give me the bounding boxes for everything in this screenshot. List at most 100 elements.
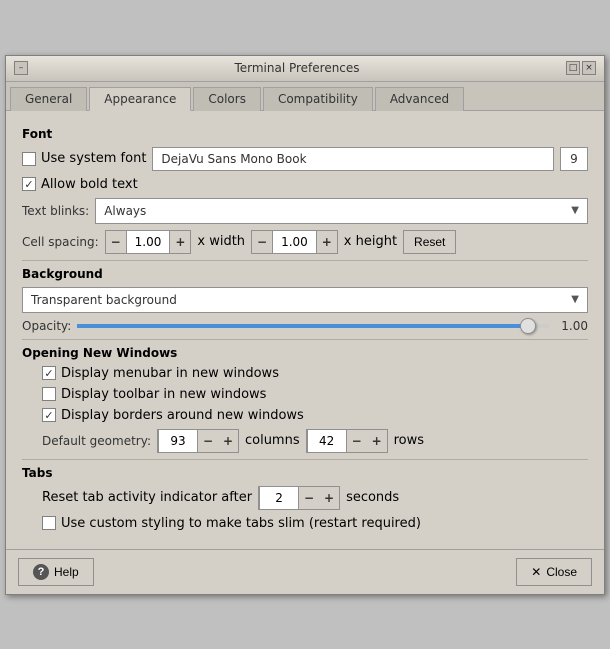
display-borders-row: Display borders around new windows bbox=[42, 408, 588, 423]
cell-width-decrease-button[interactable]: − bbox=[106, 231, 126, 253]
separator-3 bbox=[22, 459, 588, 460]
reset-tab-label: Reset tab activity indicator after bbox=[42, 490, 252, 505]
display-menubar-checkbox[interactable] bbox=[42, 366, 56, 380]
reset-button[interactable]: Reset bbox=[403, 230, 456, 254]
display-toolbar-checkbox[interactable] bbox=[42, 387, 56, 401]
text-blinks-value: Always bbox=[104, 204, 146, 218]
rows-increase-button[interactable]: + bbox=[367, 430, 387, 452]
allow-bold-checkbox[interactable] bbox=[22, 177, 36, 191]
cell-spacing-height-spinner: − 1.00 + bbox=[251, 230, 338, 254]
tabs-bar: General Appearance Colors Compatibility … bbox=[6, 82, 604, 111]
cell-height-increase-button[interactable]: + bbox=[317, 231, 337, 253]
close-window-button[interactable]: × bbox=[582, 61, 596, 75]
tabs-section-title: Tabs bbox=[22, 466, 588, 480]
cell-height-decrease-button[interactable]: − bbox=[252, 231, 272, 253]
titlebar: – Terminal Preferences □ × bbox=[6, 56, 604, 82]
columns-increase-button[interactable]: + bbox=[218, 430, 238, 452]
cell-width-increase-button[interactable]: + bbox=[170, 231, 190, 253]
font-name-display[interactable]: DejaVu Sans Mono Book bbox=[152, 147, 554, 171]
columns-spinner: 93 − + bbox=[157, 429, 239, 453]
cell-spacing-row: Cell spacing: − 1.00 + x width − 1.00 + … bbox=[22, 230, 588, 254]
reset-tab-increase-button[interactable]: + bbox=[319, 487, 339, 509]
rows-decrease-button[interactable]: − bbox=[347, 430, 367, 452]
reset-tab-decrease-button[interactable]: − bbox=[299, 487, 319, 509]
display-borders-checkbox-wrap[interactable]: Display borders around new windows bbox=[42, 408, 304, 423]
allow-bold-row: Allow bold text bbox=[22, 177, 588, 192]
cell-width-value: 1.00 bbox=[126, 231, 171, 253]
background-dropdown-row: Transparent background ▼ bbox=[22, 287, 588, 313]
tab-compatibility[interactable]: Compatibility bbox=[263, 87, 373, 111]
cell-spacing-width-spinner: − 1.00 + bbox=[105, 230, 192, 254]
close-icon: ✕ bbox=[531, 565, 541, 579]
columns-label: columns bbox=[245, 433, 300, 448]
close-button[interactable]: ✕ Close bbox=[516, 558, 592, 586]
background-section-title: Background bbox=[22, 267, 588, 281]
use-system-font-checkbox[interactable] bbox=[22, 152, 36, 166]
x-height-label: x height bbox=[344, 234, 397, 249]
preferences-window: – Terminal Preferences □ × General Appea… bbox=[5, 55, 605, 595]
opacity-row: Opacity: 1.00 bbox=[22, 319, 588, 333]
text-blinks-arrow-icon: ▼ bbox=[571, 205, 579, 216]
separator-1 bbox=[22, 260, 588, 261]
display-menubar-checkbox-wrap[interactable]: Display menubar in new windows bbox=[42, 366, 279, 381]
text-blinks-dropdown-wrap: Always ▼ bbox=[95, 198, 588, 224]
window-title: Terminal Preferences bbox=[234, 61, 359, 75]
help-icon: ? bbox=[33, 564, 49, 580]
opacity-label: Opacity: bbox=[22, 319, 71, 333]
reset-tab-row: Reset tab activity indicator after 2 − +… bbox=[42, 486, 588, 510]
custom-styling-checkbox-wrap[interactable]: Use custom styling to make tabs slim (re… bbox=[42, 516, 421, 531]
display-borders-label: Display borders around new windows bbox=[61, 408, 304, 423]
maximize-button[interactable]: □ bbox=[566, 61, 580, 75]
custom-styling-row: Use custom styling to make tabs slim (re… bbox=[42, 516, 588, 531]
reset-tab-value: 2 bbox=[259, 487, 299, 509]
columns-value: 93 bbox=[158, 430, 198, 452]
minimize-button[interactable]: – bbox=[14, 61, 28, 75]
cell-spacing-label: Cell spacing: bbox=[22, 235, 99, 249]
tab-general[interactable]: General bbox=[10, 87, 87, 111]
cell-height-value: 1.00 bbox=[272, 231, 317, 253]
custom-styling-label: Use custom styling to make tabs slim (re… bbox=[61, 516, 421, 531]
font-section-title: Font bbox=[22, 127, 588, 141]
seconds-label: seconds bbox=[346, 490, 399, 505]
x-width-label: x width bbox=[197, 234, 245, 249]
display-toolbar-label: Display toolbar in new windows bbox=[61, 387, 266, 402]
text-blinks-label: Text blinks: bbox=[22, 204, 89, 218]
tab-advanced[interactable]: Advanced bbox=[375, 87, 464, 111]
bottom-bar: ? Help ✕ Close bbox=[6, 549, 604, 594]
titlebar-right: □ × bbox=[566, 61, 596, 75]
titlebar-controls: – bbox=[14, 61, 28, 75]
default-geometry-label: Default geometry: bbox=[42, 434, 151, 448]
allow-bold-label: Allow bold text bbox=[41, 177, 138, 192]
rows-value: 42 bbox=[307, 430, 347, 452]
background-value: Transparent background bbox=[31, 293, 177, 307]
font-size-display[interactable]: 9 bbox=[560, 147, 588, 171]
close-label: Close bbox=[546, 565, 577, 579]
use-system-font-checkbox-wrap[interactable]: Use system font bbox=[22, 151, 146, 166]
default-geometry-row: Default geometry: 93 − + columns 42 − + … bbox=[42, 429, 588, 453]
help-label: Help bbox=[54, 565, 79, 579]
rows-label: rows bbox=[394, 433, 424, 448]
help-button[interactable]: ? Help bbox=[18, 558, 94, 586]
background-arrow-icon: ▼ bbox=[571, 294, 579, 305]
rows-spinner: 42 − + bbox=[306, 429, 388, 453]
display-toolbar-row: Display toolbar in new windows bbox=[42, 387, 588, 402]
display-borders-checkbox[interactable] bbox=[42, 408, 56, 422]
new-windows-section-title: Opening New Windows bbox=[22, 346, 588, 360]
text-blinks-row: Text blinks: Always ▼ bbox=[22, 198, 588, 224]
display-menubar-label: Display menubar in new windows bbox=[61, 366, 279, 381]
reset-tab-spinner: 2 − + bbox=[258, 486, 340, 510]
custom-styling-checkbox[interactable] bbox=[42, 516, 56, 530]
opacity-slider[interactable] bbox=[77, 324, 549, 328]
columns-decrease-button[interactable]: − bbox=[198, 430, 218, 452]
background-dropdown[interactable]: Transparent background ▼ bbox=[22, 287, 588, 313]
allow-bold-checkbox-wrap[interactable]: Allow bold text bbox=[22, 177, 138, 192]
separator-2 bbox=[22, 339, 588, 340]
background-dropdown-wrap: Transparent background ▼ bbox=[22, 287, 588, 313]
display-toolbar-checkbox-wrap[interactable]: Display toolbar in new windows bbox=[42, 387, 266, 402]
tab-colors[interactable]: Colors bbox=[193, 87, 261, 111]
content-area: Font Use system font DejaVu Sans Mono Bo… bbox=[6, 111, 604, 549]
text-blinks-dropdown[interactable]: Always ▼ bbox=[95, 198, 588, 224]
opacity-slider-wrap bbox=[77, 324, 549, 328]
tab-appearance[interactable]: Appearance bbox=[89, 87, 191, 111]
opacity-value: 1.00 bbox=[561, 319, 588, 333]
